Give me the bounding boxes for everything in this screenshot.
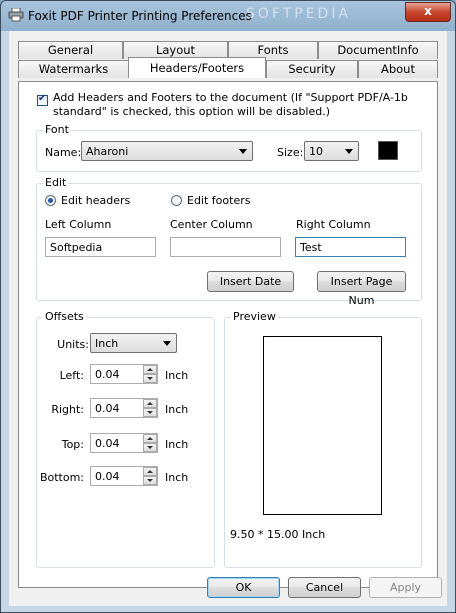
top-offset-value: 0.04: [95, 437, 120, 450]
apply-button[interactable]: Apply: [369, 577, 442, 598]
center-column-label: Center Column: [170, 218, 253, 231]
left-offset-label: Left:: [59, 369, 84, 382]
spin-up-icon[interactable]: [143, 365, 157, 374]
left-offset-unit: Inch: [165, 369, 189, 382]
units-combo[interactable]: Inch: [90, 333, 177, 353]
title-bar[interactable]: Foxit PDF Printer Printing Preferences S…: [1, 1, 455, 31]
printing-preferences-window: Foxit PDF Printer Printing Preferences S…: [0, 0, 456, 613]
tab-watermarks[interactable]: Watermarks: [18, 60, 129, 78]
edit-headers-label: Edit headers: [61, 194, 131, 207]
font-name-combo[interactable]: Aharoni: [81, 141, 253, 161]
dialog-client-area: General Layout Fonts DocumentInfo Waterm…: [9, 31, 447, 606]
enable-headers-footers-checkbox[interactable]: [37, 93, 48, 106]
close-button[interactable]: x: [405, 2, 451, 22]
right-offset-label: Right:: [51, 403, 84, 416]
spin-down-icon[interactable]: [143, 443, 157, 452]
left-column-label: Left Column: [45, 218, 112, 231]
header-right-marker: -: [376, 333, 379, 341]
tab-documentinfo[interactable]: DocumentInfo: [318, 41, 438, 59]
right-offset-value: 0.04: [95, 402, 120, 415]
preview-size-text: 9.50 * 15.00 Inch: [230, 528, 326, 541]
printer-icon: [8, 8, 24, 22]
font-name-label: Name:: [45, 146, 82, 159]
chevron-down-icon: [163, 341, 171, 346]
bottom-offset-label: Bottom:: [39, 471, 84, 484]
tab-headers-footers[interactable]: Headers/Footers: [128, 57, 266, 78]
top-offset-unit: Inch: [165, 438, 189, 451]
preview-page: - -: [263, 333, 382, 515]
font-size-value: 10: [309, 145, 323, 158]
spin-up-icon[interactable]: [143, 399, 157, 408]
top-offset-label: Top:: [61, 438, 84, 451]
spin-down-icon[interactable]: [143, 408, 157, 417]
cancel-button[interactable]: Cancel: [288, 577, 361, 598]
right-column-label: Right Column: [296, 218, 371, 231]
font-group-title: Font: [43, 123, 71, 136]
font-color-swatch[interactable]: [378, 141, 398, 160]
left-offset-value: 0.04: [95, 368, 120, 381]
edit-footers-radio[interactable]: [171, 195, 182, 206]
header-left-marker: -: [266, 333, 269, 341]
tab-about[interactable]: About: [358, 60, 438, 78]
edit-group-title: Edit: [43, 176, 69, 189]
spin-down-icon[interactable]: [143, 374, 157, 383]
left-offset-spin-buttons[interactable]: [143, 365, 157, 383]
font-name-value: Aharoni: [86, 145, 129, 158]
tab-row-front: Watermarks Headers/Footers Security Abou…: [18, 57, 438, 78]
top-offset-spin-buttons[interactable]: [143, 434, 157, 452]
ok-button[interactable]: OK: [207, 577, 280, 598]
bottom-offset-spin-buttons[interactable]: [143, 467, 157, 485]
offsets-group-title: Offsets: [43, 310, 86, 323]
tab-security[interactable]: Security: [266, 60, 358, 78]
font-size-label: Size:: [277, 146, 304, 159]
units-value: Inch: [95, 337, 119, 350]
units-label: Units:: [57, 338, 89, 351]
left-column-value: Softpedia: [50, 241, 103, 254]
chevron-down-icon: [239, 149, 247, 154]
offsets-group: Offsets Units: Inch Left: 0.04 Inch Righ…: [36, 310, 215, 568]
spin-up-icon[interactable]: [143, 434, 157, 443]
right-offset-spinner[interactable]: 0.04: [90, 398, 158, 418]
right-offset-spin-buttons[interactable]: [143, 399, 157, 417]
preview-group: Preview - - 9.50 * 15.00 Inch: [224, 310, 422, 568]
enable-headers-footers-label-line1: Add Headers and Footers to the document …: [53, 91, 408, 104]
right-column-value: Test: [300, 241, 322, 254]
right-offset-unit: Inch: [165, 403, 189, 416]
window-title: Foxit PDF Printer Printing Preferences: [28, 9, 252, 23]
insert-page-num-button[interactable]: Insert Page Num: [317, 271, 406, 307]
spin-up-icon[interactable]: [143, 467, 157, 476]
preview-group-title: Preview: [231, 310, 278, 323]
left-column-input[interactable]: Softpedia: [45, 237, 156, 257]
font-size-combo[interactable]: 10: [304, 141, 359, 161]
insert-date-button[interactable]: Insert Date: [207, 271, 294, 292]
tab-general[interactable]: General: [18, 41, 123, 59]
softpedia-watermark: SOFTPEDIA: [246, 6, 352, 22]
headers-footers-panel: Add Headers and Footers to the document …: [18, 81, 438, 588]
font-group: Font Name: Aharoni Size: 10: [36, 123, 422, 172]
left-offset-spinner[interactable]: 0.04: [90, 364, 158, 384]
right-column-input[interactable]: Test: [295, 237, 406, 257]
enable-headers-footers-label-line2: standard" is checked, this option will b…: [53, 105, 331, 118]
bottom-offset-value: 0.04: [95, 470, 120, 483]
bottom-offset-unit: Inch: [165, 471, 189, 484]
chevron-down-icon: [345, 149, 353, 154]
bottom-offset-spinner[interactable]: 0.04: [90, 466, 158, 486]
edit-group: Edit Edit headers Edit footers Left Colu…: [36, 176, 422, 307]
spin-down-icon[interactable]: [143, 476, 157, 485]
top-offset-spinner[interactable]: 0.04: [90, 433, 158, 453]
center-column-input[interactable]: [170, 237, 281, 257]
edit-headers-radio[interactable]: [45, 195, 56, 206]
edit-footers-label: Edit footers: [187, 194, 251, 207]
